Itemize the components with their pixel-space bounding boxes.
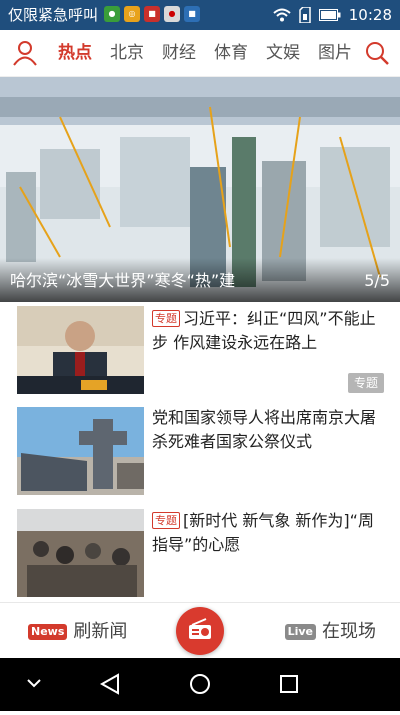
tab-beijing[interactable]: 北京: [110, 41, 144, 65]
tab-pictures[interactable]: 图片: [318, 41, 352, 65]
wechat-icon: ●: [104, 6, 120, 22]
article-thumbnail: [17, 407, 144, 495]
article-thumbnail: [17, 509, 144, 597]
carousel-counter: 5/5: [364, 271, 390, 290]
browser-icon: ◎: [124, 6, 140, 22]
topic-tag: 专题: [152, 512, 180, 529]
notification-icons: ● ◎ ■ ● ■: [104, 6, 200, 22]
special-topic-badge: 专题: [347, 373, 384, 393]
recents-icon[interactable]: [280, 675, 298, 693]
home-icon[interactable]: [190, 674, 210, 694]
wifi-icon: [273, 8, 291, 22]
news-badge: News: [28, 624, 68, 640]
tab-sports[interactable]: 体育: [214, 41, 248, 65]
back-icon[interactable]: [99, 673, 119, 695]
sim-icon: [299, 7, 311, 23]
status-text: 仅限紧急呼叫: [8, 6, 99, 24]
status-bar: 仅限紧急呼叫 ● ◎ ■ ● ■ 10:28: [0, 0, 400, 30]
radio-button[interactable]: [176, 607, 224, 655]
news-app-icon: ■: [144, 6, 160, 22]
live-scene-button[interactable]: Live 在现场: [284, 621, 376, 643]
article-title: [新时代 新气象 新作为]“周指导”的心愿: [152, 511, 374, 554]
refresh-news-button[interactable]: News 刷新闻: [28, 621, 127, 643]
live-scene-label: 在现场: [322, 621, 376, 642]
top-nav: 热点 北京 财经 体育 文娱 图片: [0, 30, 400, 77]
radio-icon: [189, 618, 211, 639]
article-thumbnail: [17, 306, 144, 394]
system-nav-bar: [0, 658, 400, 711]
cnr-app-icon: ●: [164, 6, 180, 22]
tab-hot[interactable]: 热点: [58, 41, 92, 65]
tab-finance[interactable]: 财经: [162, 41, 196, 65]
user-icon[interactable]: [12, 40, 38, 66]
hero-carousel[interactable]: [0, 77, 400, 302]
topic-tag: 专题: [152, 310, 180, 327]
article-title: 党和国家领导人将出席南京大屠杀死难者国家公祭仪式: [152, 408, 377, 451]
clock: 10:28: [348, 6, 392, 24]
live-badge: Live: [284, 624, 316, 640]
article-title: 习近平：纠正“四风”不能止步 作风建设永远在路上: [152, 309, 376, 352]
cbn-app-icon: ■: [184, 6, 200, 22]
hero-title[interactable]: 哈尔滨“冰雪大世界”寒冬“热”建: [10, 270, 235, 292]
battery-icon: [318, 9, 341, 21]
search-icon[interactable]: [364, 40, 390, 66]
tab-entertainment[interactable]: 文娱: [266, 41, 300, 65]
refresh-news-label: 刷新闻: [73, 621, 128, 642]
chevron-down-icon[interactable]: [27, 679, 41, 688]
